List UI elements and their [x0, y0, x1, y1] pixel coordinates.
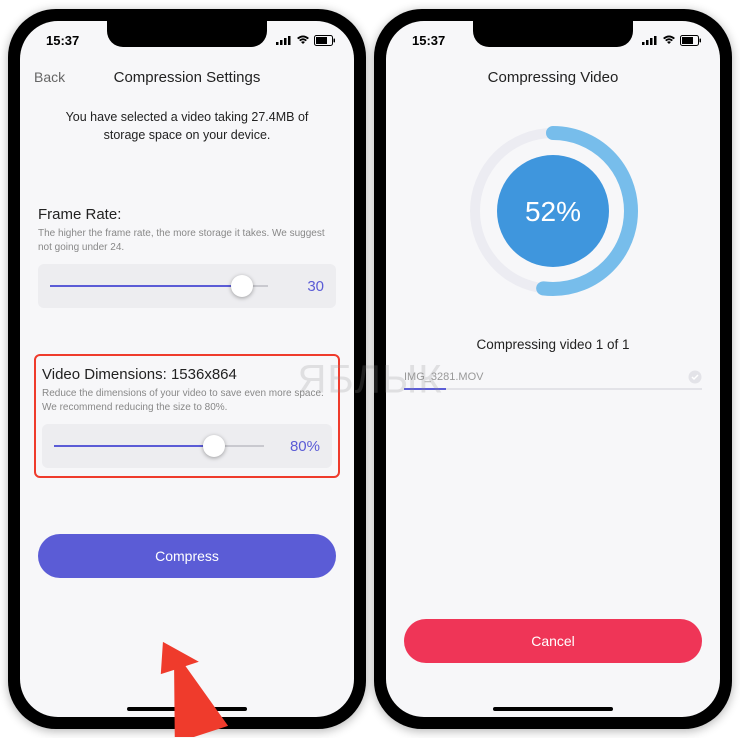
signal-icon	[642, 35, 658, 45]
frame-rate-section: Frame Rate: The higher the frame rate, t…	[20, 190, 354, 314]
notch	[473, 21, 633, 47]
frame-rate-desc: The higher the frame rate, the more stor…	[38, 227, 336, 254]
page-subtitle: You have selected a video taking 27.4MB …	[20, 95, 354, 154]
status-icons	[642, 35, 702, 46]
home-indicator[interactable]	[127, 707, 247, 711]
progress-ring: 52%	[463, 121, 643, 301]
dimensions-desc: Reduce the dimensions of your video to s…	[42, 387, 332, 414]
dimensions-title: Video Dimensions: 1536x864	[42, 366, 332, 383]
home-indicator[interactable]	[493, 707, 613, 711]
nav-bar: Back Compression Settings	[20, 59, 354, 95]
phone-left: 15:37 Back Compression Settings You have…	[8, 9, 366, 729]
status-icons	[276, 35, 336, 46]
page-title: Compressing Video	[400, 69, 706, 86]
nav-bar: Compressing Video	[386, 59, 720, 95]
status-time: 15:37	[412, 33, 445, 48]
file-progress	[404, 388, 702, 390]
frame-rate-slider[interactable]	[50, 274, 268, 298]
progress-ring-wrap: 52%	[386, 95, 720, 301]
signal-icon	[276, 35, 292, 45]
dimensions-highlight: Video Dimensions: 1536x864 Reduce the di…	[34, 354, 340, 478]
file-row: IMG_3281.MOV	[404, 370, 702, 384]
wifi-icon	[296, 35, 310, 45]
progress-percent: 52%	[525, 196, 581, 227]
status-time: 15:37	[46, 33, 79, 48]
file-name: IMG_3281.MOV	[404, 371, 483, 383]
wifi-icon	[662, 35, 676, 45]
page-title: Compression Settings	[34, 69, 340, 86]
cancel-button[interactable]: Cancel	[404, 619, 702, 663]
progress-status: Compressing video 1 of 1	[386, 337, 720, 352]
check-icon	[688, 370, 702, 384]
compress-button[interactable]: Compress	[38, 534, 336, 578]
dimensions-slider[interactable]	[54, 434, 264, 458]
notch	[107, 21, 267, 47]
frame-rate-value: 30	[282, 278, 324, 295]
phone-right: 15:37 Compressing Video 52% Compress	[374, 9, 732, 729]
battery-icon	[314, 35, 336, 46]
frame-rate-title: Frame Rate:	[38, 206, 336, 223]
battery-icon	[680, 35, 702, 46]
dimensions-value: 80%	[278, 438, 320, 455]
